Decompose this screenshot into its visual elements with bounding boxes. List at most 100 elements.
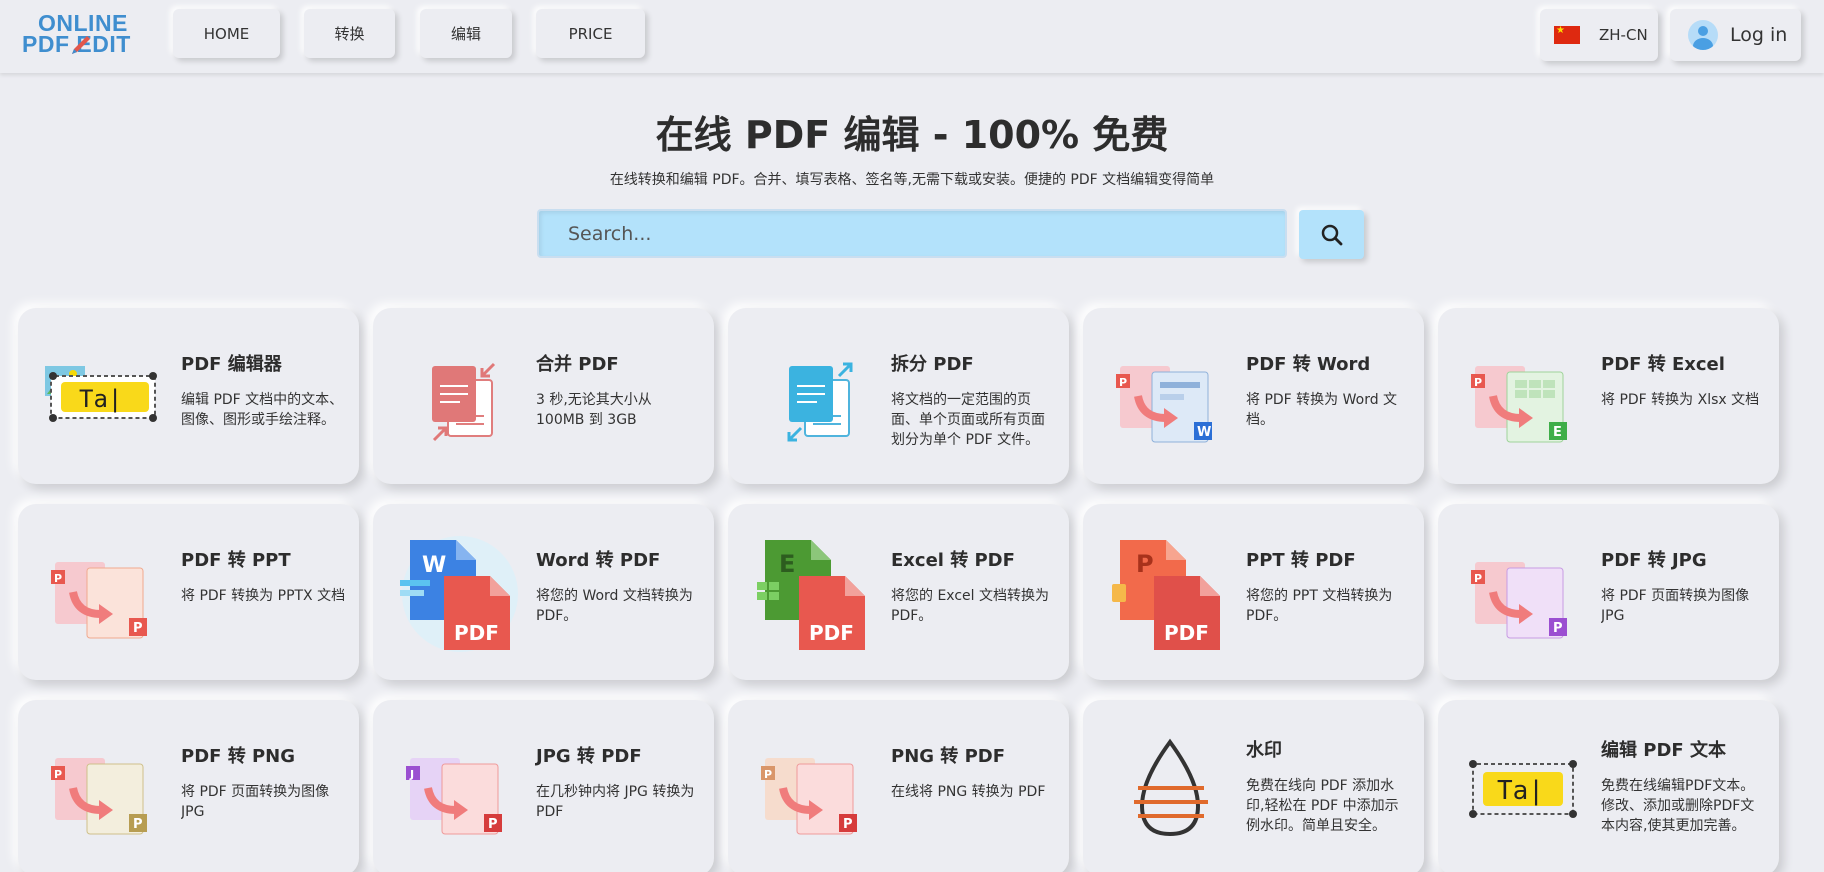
svg-text:E: E	[1553, 425, 1562, 440]
nav-convert[interactable]: 转换	[304, 9, 395, 58]
tool-title: PDF 转 Excel	[1601, 354, 1725, 375]
user-avatar-icon	[1688, 20, 1718, 50]
tool-title: PDF 转 PNG	[181, 746, 295, 767]
svg-text:Ta|: Ta|	[1497, 776, 1544, 806]
svg-text:PDF: PDF	[454, 621, 499, 645]
search-input[interactable]	[537, 209, 1287, 258]
tool-desc: 将 PDF 页面转换为图像 JPG	[1601, 588, 1750, 624]
tool-desc: 免费在线向 PDF 添加水印,轻松在 PDF 中添加示例水印。简单且安全。	[1246, 778, 1399, 834]
pdf-to-png-icon: P P	[51, 758, 147, 835]
edit-pdf-text-icon: Ta|	[1469, 760, 1577, 818]
tool-card-pdf-to-png[interactable]: P P PDF 转 PNG 将 PDF 页面转换为图像 JPG	[18, 700, 359, 872]
svg-text:P: P	[1474, 376, 1482, 389]
tool-title: PDF 编辑器	[181, 354, 282, 375]
tool-desc: 3 秒,无论其大小从 100MB 到 3GB	[536, 392, 652, 428]
tool-desc: 在几秒钟内将 JPG 转换为 PDF	[536, 784, 695, 820]
svg-text:P: P	[764, 768, 772, 781]
svg-text:P: P	[1136, 550, 1154, 578]
tool-title: PDF 转 JPG	[1601, 550, 1707, 571]
svg-text:P: P	[1553, 621, 1563, 636]
nav-price[interactable]: PRICE	[536, 9, 645, 58]
svg-text:Ta|: Ta|	[79, 385, 122, 413]
svg-text:P: P	[133, 621, 143, 636]
tool-grid: Ta| PDF 编辑器 编辑 PDF 文档中的文本、图像、图形或手绘注释。 合并…	[18, 308, 1780, 872]
svg-text:PDF: PDF	[1164, 621, 1209, 645]
china-flag-icon	[1554, 25, 1580, 44]
pdf-to-ppt-icon: P P	[51, 562, 147, 639]
svg-text:P: P	[54, 572, 62, 585]
svg-text:P: P	[1474, 572, 1482, 585]
svg-text:P: P	[1119, 376, 1127, 389]
svg-text:P: P	[133, 817, 143, 832]
watermark-icon	[1134, 738, 1208, 837]
tool-title: 合并 PDF	[536, 354, 619, 375]
tool-card-pdf-to-excel[interactable]: P E PDF 转 Excel 将 PDF 转换为 Xlsx 文档	[1438, 308, 1779, 484]
search-button[interactable]	[1299, 210, 1364, 259]
tool-title: 编辑 PDF 文本	[1601, 740, 1726, 761]
svg-text:P: P	[488, 817, 498, 832]
ppt-to-pdf-icon: P PDF	[1112, 540, 1220, 650]
tool-desc: 免费在线编辑PDF文本。修改、添加或删除PDF文本内容,使其更加完善。	[1601, 778, 1755, 834]
svg-text:J: J	[409, 768, 414, 781]
tool-desc: 将您的 Word 文档转换为 PDF。	[536, 588, 693, 624]
tool-card-pdf-editor[interactable]: Ta| PDF 编辑器 编辑 PDF 文档中的文本、图像、图形或手绘注释。	[18, 308, 359, 484]
tool-title: PDF 转 Word	[1246, 354, 1371, 375]
language-selector[interactable]: ZH-CN	[1540, 9, 1658, 61]
tool-card-jpg-to-pdf[interactable]: J P JPG 转 PDF 在几秒钟内将 JPG 转换为 PDF	[373, 700, 714, 872]
tool-card-pdf-to-word[interactable]: P W PDF 转 Word 将 PDF 转换为 Word 文档。	[1083, 308, 1424, 484]
tool-desc: 编辑 PDF 文档中的文本、图像、图形或手绘注释。	[181, 392, 344, 428]
page-title: 在线 PDF 编辑 - 100% 免费	[655, 113, 1169, 157]
tool-title: PPT 转 PDF	[1246, 550, 1356, 571]
login-button[interactable]: Log in	[1670, 9, 1801, 61]
tool-card-png-to-pdf[interactable]: P P PNG 转 PDF 在线将 PNG 转换为 PDF	[728, 700, 1069, 872]
svg-text:P: P	[54, 768, 62, 781]
tool-card-edit-pdf-text[interactable]: Ta| 编辑 PDF 文本 免费在线编辑PDF文本。修改、添加或删除PDF文本内…	[1438, 700, 1779, 872]
tool-title: 水印	[1246, 740, 1282, 761]
tool-card-pdf-to-ppt[interactable]: P P PDF 转 PPT 将 PDF 转换为 PPTX 文档	[18, 504, 359, 680]
tool-desc: 将 PDF 页面转换为图像 JPG	[181, 784, 330, 820]
pdf-to-word-icon: P W	[1116, 366, 1212, 443]
split-pdf-icon	[787, 362, 853, 442]
tool-desc: 将文档的一定范围的页面、单个页面或所有页面划分为单个 PDF 文件。	[891, 392, 1045, 448]
jpg-to-pdf-icon: J P	[406, 758, 502, 835]
tool-desc: 将 PDF 转换为 PPTX 文档	[181, 588, 346, 604]
language-label: ZH-CN	[1599, 26, 1648, 44]
tool-card-watermark[interactable]: 水印 免费在线向 PDF 添加水印,轻松在 PDF 中添加示例水印。简单且安全。	[1083, 700, 1424, 872]
pdf-to-excel-icon: P E	[1471, 366, 1567, 443]
png-to-pdf-icon: P P	[761, 758, 857, 835]
tool-card-ppt-to-pdf[interactable]: P PDF PPT 转 PDF 将您的 PPT 文档转换为 PDF。	[1083, 504, 1424, 680]
tool-desc: 将您的 PPT 文档转换为 PDF。	[1246, 588, 1393, 624]
svg-text:W: W	[1197, 425, 1211, 440]
pdf-to-jpg-icon: P P	[1471, 562, 1567, 639]
tool-title: JPG 转 PDF	[536, 746, 642, 767]
tool-desc: 将您的 Excel 文档转换为 PDF。	[891, 588, 1049, 624]
tool-title: Word 转 PDF	[536, 550, 661, 571]
tool-desc: 将 PDF 转换为 Xlsx 文档	[1601, 392, 1760, 408]
tool-title: PNG 转 PDF	[891, 746, 1005, 767]
search-icon	[1321, 224, 1342, 245]
merge-pdf-icon	[432, 362, 496, 442]
tool-card-pdf-to-jpg[interactable]: P P PDF 转 JPG 将 PDF 页面转换为图像 JPG	[1438, 504, 1779, 680]
pdf-editor-icon: Ta|	[45, 366, 157, 422]
tool-title: Excel 转 PDF	[891, 550, 1015, 571]
tool-card-word-to-pdf[interactable]: W PDF Word 转 PDF 将您的 Word 文档转换为 PDF。	[373, 504, 714, 680]
svg-text:E: E	[779, 550, 795, 578]
tool-desc: 在线将 PNG 转换为 PDF	[891, 784, 1046, 800]
svg-text:W: W	[422, 553, 446, 578]
tool-desc: 将 PDF 转换为 Word 文档。	[1246, 392, 1398, 428]
site-logo[interactable]: ONLINE PDF EDIT	[22, 10, 152, 58]
tool-title: PDF 转 PPT	[181, 550, 291, 571]
page-subtitle: 在线转换和编辑 PDF。合并、填写表格、签名等,无需下载或安装。便捷的 PDF …	[609, 172, 1215, 188]
login-label: Log in	[1730, 24, 1788, 46]
top-navbar: ONLINE PDF EDIT HOME 转换 编辑 PRICE ZH-CN L…	[0, 0, 1824, 73]
svg-text:P: P	[843, 817, 853, 832]
tool-title: 拆分 PDF	[891, 354, 974, 375]
nav-edit[interactable]: 编辑	[420, 9, 512, 58]
word-to-pdf-icon: W PDF	[400, 536, 518, 652]
nav-home[interactable]: HOME	[173, 9, 280, 58]
pen-icon	[72, 36, 90, 54]
tool-card-split-pdf[interactable]: 拆分 PDF 将文档的一定范围的页面、单个页面或所有页面划分为单个 PDF 文件…	[728, 308, 1069, 484]
tool-card-excel-to-pdf[interactable]: E PDF Excel 转 PDF 将您的 Excel 文档转换为 PDF。	[728, 504, 1069, 680]
svg-text:PDF: PDF	[809, 621, 854, 645]
tool-card-merge-pdf[interactable]: 合并 PDF 3 秒,无论其大小从 100MB 到 3GB	[373, 308, 714, 484]
